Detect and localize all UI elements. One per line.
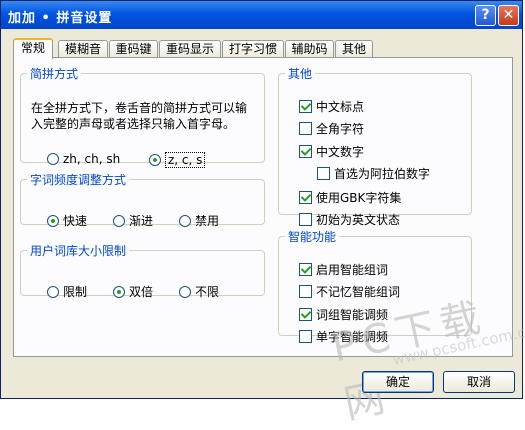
- smart-legend: 智能功能: [288, 230, 337, 244]
- radio-disable[interactable]: [179, 214, 191, 227]
- cancel-button[interactable]: 取消: [443, 371, 515, 393]
- checkbox-english-initial[interactable]: [299, 213, 312, 226]
- tab-aux-code[interactable]: 辅助码: [285, 40, 334, 58]
- label-smart-compose: 启用智能组词: [316, 263, 389, 277]
- radio-zh[interactable]: [47, 153, 59, 165]
- jianpin-description: 在全拼方式下，卷舌音的简拼方式可以输入完整的声母或者选择只输入首字母。: [31, 101, 248, 131]
- label-disable: 禁用: [195, 214, 220, 228]
- label-english-initial: 初始为英文状态: [316, 213, 401, 227]
- radio-limit[interactable]: [47, 285, 59, 298]
- label-chinese-digits: 中文数字: [316, 145, 365, 159]
- check-english-initial[interactable]: 初始为英文状态: [299, 211, 400, 228]
- settings-window: 加加 • 拼音设置 ? ✕ 常规 模糊音 重码键 重码显示 打字习惯 辅助码 其…: [0, 0, 525, 428]
- radio-gradual[interactable]: [113, 214, 125, 227]
- frequency-option-fast[interactable]: 快速: [47, 212, 87, 229]
- check-fullwidth[interactable]: 全角字符: [299, 120, 364, 137]
- tab-general[interactable]: 常规: [13, 38, 53, 59]
- help-button[interactable]: ?: [475, 5, 496, 26]
- checkbox-smart-compose[interactable]: [299, 263, 312, 276]
- close-button[interactable]: ✕: [498, 5, 519, 26]
- tab-other[interactable]: 其他: [335, 40, 373, 58]
- jianpin-option-zh[interactable]: zh, ch, sh: [47, 152, 120, 166]
- checkbox-chinese-digits[interactable]: [299, 145, 312, 158]
- checkbox-gbk[interactable]: [299, 191, 312, 204]
- ok-button[interactable]: 确定: [362, 371, 434, 393]
- label-double: 双倍: [129, 285, 154, 299]
- radio-double[interactable]: [113, 285, 125, 298]
- lexicon-group: 用户词库大小限制 限制 双倍 不限: [20, 242, 265, 299]
- jianpin-legend: 简拼方式: [30, 67, 79, 81]
- label-limit: 限制: [63, 285, 88, 299]
- label-unlimited: 不限: [195, 285, 220, 299]
- lexicon-option-double[interactable]: 双倍: [113, 283, 153, 300]
- label-zh: zh, ch, sh: [63, 152, 121, 166]
- jianpin-option-z[interactable]: z, c, s: [149, 152, 206, 168]
- window-title: 加加 • 拼音设置: [8, 11, 113, 26]
- check-chinese-digits[interactable]: 中文数字: [299, 143, 364, 160]
- label-fast: 快速: [63, 214, 88, 228]
- tab-dup-display[interactable]: 重码显示: [159, 40, 221, 58]
- label-fullwidth: 全角字符: [316, 122, 365, 136]
- check-smart-compose[interactable]: 启用智能组词: [299, 261, 388, 278]
- label-gradual: 渐进: [129, 214, 154, 228]
- lexicon-option-limit[interactable]: 限制: [47, 283, 87, 300]
- check-no-remember[interactable]: 不记忆智能组词: [299, 283, 400, 300]
- checkbox-fullwidth[interactable]: [299, 122, 312, 135]
- checkbox-phrase-freq[interactable]: [299, 308, 312, 321]
- label-no-remember: 不记忆智能组词: [316, 285, 401, 299]
- check-arabic-first[interactable]: 首选为阿拉伯数字: [317, 165, 430, 182]
- checkbox-char-freq[interactable]: [299, 330, 312, 343]
- radio-fast[interactable]: [47, 214, 59, 227]
- radio-z[interactable]: [149, 154, 161, 166]
- frequency-option-gradual[interactable]: 渐进: [113, 212, 153, 229]
- jianpin-group: 简拼方式 在全拼方式下，卷舌音的简拼方式可以输入完整的声母或者选择只输入首字母。…: [20, 65, 265, 168]
- label-gbk: 使用GBK字符集: [316, 191, 402, 205]
- tab-typing-habits[interactable]: 打字习惯: [222, 40, 284, 58]
- check-chinese-punct[interactable]: 中文标点: [299, 98, 364, 115]
- label-arabic-first: 首选为阿拉伯数字: [334, 167, 431, 181]
- checkbox-no-remember[interactable]: [299, 285, 312, 298]
- other-legend: 其他: [288, 67, 313, 81]
- label-z: z, c, s: [165, 152, 206, 168]
- tab-dup-key[interactable]: 重码键: [109, 40, 158, 58]
- frequency-option-disable[interactable]: 禁用: [179, 212, 219, 229]
- frequency-legend: 字词频度调整方式: [30, 173, 127, 187]
- title-bar[interactable]: 加加 • 拼音设置 ? ✕: [1, 1, 522, 29]
- check-gbk[interactable]: 使用GBK字符集: [299, 189, 401, 206]
- frequency-group: 字词频度调整方式 快速 渐进 禁用: [20, 171, 265, 228]
- checkbox-chinese-punct[interactable]: [299, 100, 312, 113]
- other-group: 其他 中文标点 全角字符 中文数字 首选为阿拉伯数字 使用GBK字符集 初始为英…: [278, 65, 472, 227]
- checkbox-arabic-first[interactable]: [317, 167, 330, 180]
- tab-fuzzy[interactable]: 模糊音: [58, 40, 108, 58]
- lexicon-legend: 用户词库大小限制: [30, 244, 127, 258]
- label-chinese-punct: 中文标点: [316, 100, 365, 114]
- radio-unlimited[interactable]: [179, 285, 191, 298]
- lexicon-option-unlimited[interactable]: 不限: [179, 283, 219, 300]
